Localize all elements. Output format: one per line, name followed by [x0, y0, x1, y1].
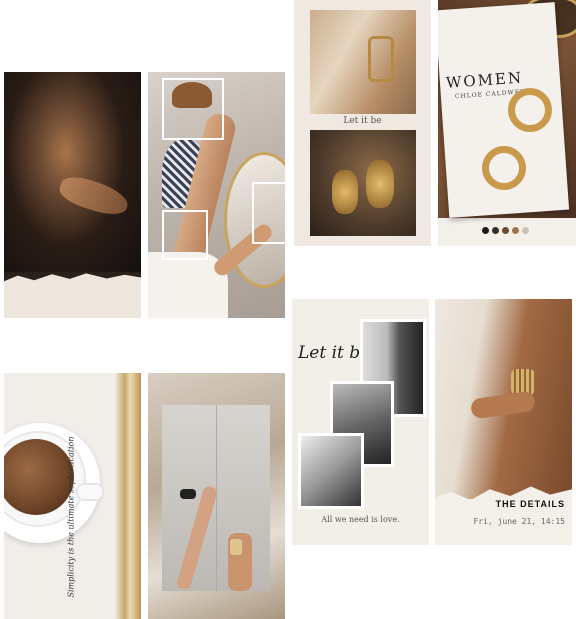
details-title: THE DETAILS — [495, 499, 565, 509]
frame-right — [252, 182, 285, 244]
earring-gold — [368, 36, 394, 82]
story-dark-hands[interactable] — [4, 72, 141, 318]
story-earrings[interactable]: Let it be — [294, 0, 431, 246]
hoop-bottom — [482, 146, 526, 190]
earring-portrait — [310, 10, 416, 114]
story-heels[interactable] — [148, 72, 285, 318]
frame-top — [162, 78, 224, 140]
frame-mid — [162, 210, 208, 260]
photo-divider — [216, 405, 217, 591]
gold-foil-strip — [114, 373, 141, 619]
palette-row — [482, 227, 529, 234]
earrings-detail — [310, 130, 416, 236]
quote-text: Simplicity is the ultimate sophisticatio… — [66, 436, 76, 598]
gold-earring-b — [366, 160, 394, 208]
story-details[interactable]: THE DETAILS Fri, june 21, 14:15 — [435, 299, 572, 545]
legs-photo — [162, 405, 270, 591]
swatch-2[interactable] — [492, 227, 499, 234]
story-letitbe[interactable]: Let it be All we need is love. — [292, 299, 429, 545]
swatch-3[interactable] — [502, 227, 509, 234]
details-date: Fri, june 21, 14:15 — [473, 517, 565, 526]
story-coffee[interactable]: Simplicity is the ultimate sophisticatio… — [4, 373, 141, 619]
torn-paper — [4, 273, 141, 318]
photo-face — [298, 433, 364, 509]
swatch-5[interactable] — [522, 227, 529, 234]
leg-left — [175, 485, 219, 591]
swatch-4[interactable] — [512, 227, 519, 234]
heel-sandal — [180, 489, 196, 499]
story-silk[interactable] — [148, 373, 285, 619]
cup-handle — [76, 483, 104, 501]
dark-hands-photo — [4, 72, 141, 272]
hoop-top — [508, 88, 552, 132]
gold-earring-a — [332, 170, 358, 214]
earrings-caption: Let it be — [343, 116, 382, 126]
story-book[interactable]: WOMEN CHLOE CALDWELL — [438, 0, 576, 246]
swatch-1[interactable] — [482, 227, 489, 234]
letitbe-caption: All we need is love. — [321, 515, 400, 524]
perfume-bottle — [230, 539, 242, 555]
